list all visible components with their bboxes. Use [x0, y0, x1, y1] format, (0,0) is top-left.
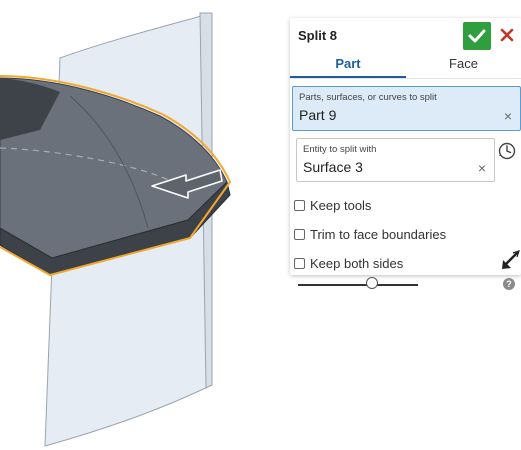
parts-field-label: Parts, surfaces, or curves to split — [299, 92, 437, 103]
close-icon — [500, 28, 514, 42]
dialog-header: Split 8 — [290, 18, 521, 54]
keep-tools-label: Keep tools — [310, 197, 372, 213]
entity-field-label: Entity to split with — [303, 144, 377, 155]
flip-direction-icon[interactable] — [500, 250, 520, 272]
keep-both-sides-option[interactable]: Keep both sides — [294, 254, 403, 272]
parts-clear-icon[interactable]: × — [504, 109, 512, 123]
entity-to-split-with-field[interactable]: Entity to split with Surface 3 × — [296, 138, 495, 182]
entity-clear-icon[interactable]: × — [478, 161, 486, 175]
tab-part[interactable]: Part — [290, 54, 406, 78]
tab-bar: Part Face — [290, 54, 521, 79]
keep-tools-option[interactable]: Keep tools — [294, 196, 371, 214]
keep-both-checkbox[interactable] — [294, 257, 305, 269]
dialog-title: Split 8 — [298, 28, 338, 43]
accept-button[interactable] — [463, 22, 491, 50]
trim-label: Trim to face boundaries — [310, 226, 447, 242]
checkmark-icon — [468, 29, 486, 43]
split-feature-dialog: Split 8 Part Face Parts, surfaces, or cu… — [290, 18, 521, 290]
keep-tools-checkbox[interactable] — [294, 199, 305, 211]
cancel-button[interactable] — [496, 24, 518, 46]
tab-face[interactable]: Face — [406, 54, 521, 76]
slider-track[interactable] — [298, 284, 418, 286]
entity-field-value[interactable]: Surface 3 — [303, 159, 363, 175]
parts-to-split-field[interactable]: Parts, surfaces, or curves to split Part… — [292, 86, 521, 131]
trim-checkbox[interactable] — [294, 228, 305, 240]
help-icon[interactable]: ? — [503, 278, 515, 290]
clock-icon[interactable] — [498, 142, 516, 160]
parts-field-value[interactable]: Part 9 — [299, 107, 336, 123]
trim-to-face-boundaries-option[interactable]: Trim to face boundaries — [294, 225, 446, 243]
keep-both-label: Keep both sides — [310, 255, 404, 271]
